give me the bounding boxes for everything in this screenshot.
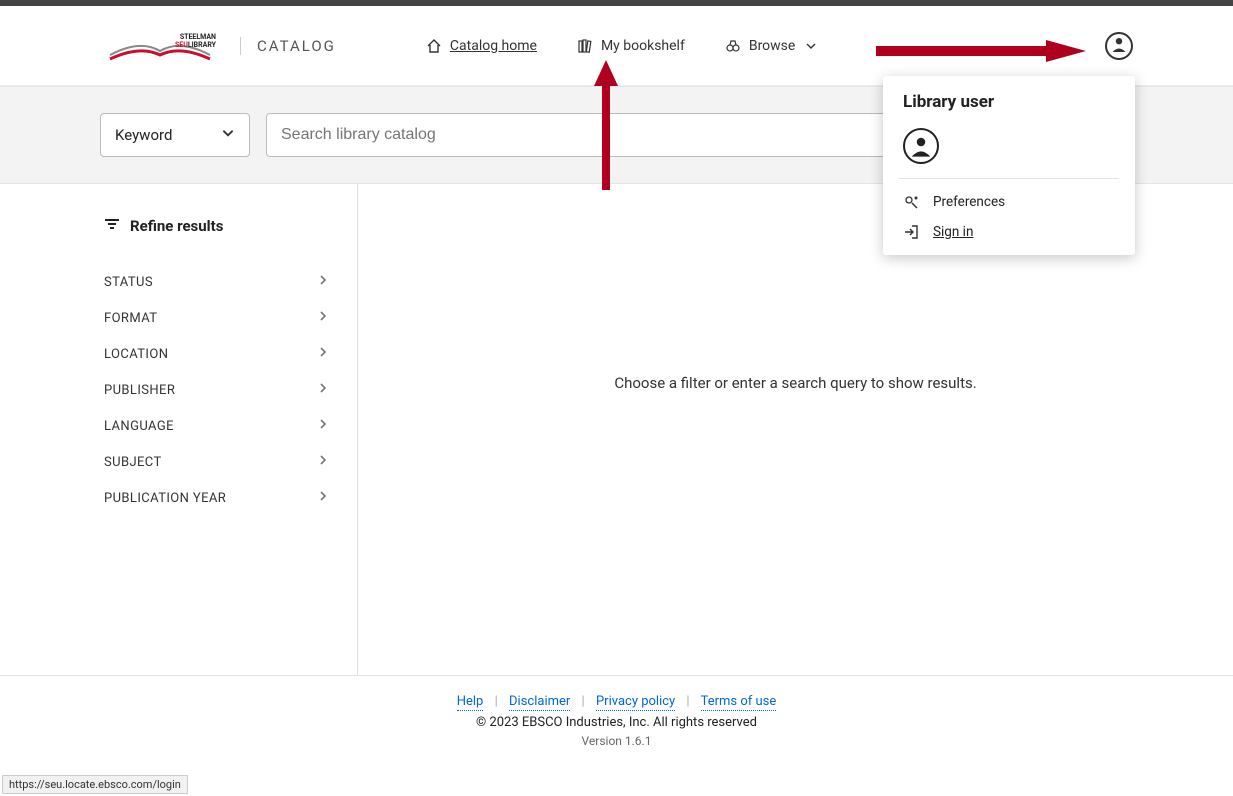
menu-label: Preferences — [933, 194, 1005, 210]
site-header: STEELMAN SEULIBRARY CATALOG Catalog home… — [0, 6, 1233, 86]
facet-label: PUBLICATION YEAR — [104, 491, 226, 506]
facet-publication-year[interactable]: PUBLICATION YEAR — [104, 480, 333, 516]
popover-title: Library user — [883, 92, 1135, 124]
chevron-right-icon — [317, 382, 329, 398]
facet-language[interactable]: LANGUAGE — [104, 408, 333, 444]
binoculars-icon — [725, 38, 741, 54]
site-footer: Help | Disclaimer | Privacy policy | Ter… — [0, 676, 1233, 766]
user-icon — [1110, 35, 1128, 57]
search-type-select[interactable]: Keyword — [100, 113, 250, 157]
nav-my-bookshelf[interactable]: My bookshelf — [577, 38, 685, 54]
footer-link-privacy[interactable]: Privacy policy — [596, 694, 675, 711]
menu-preferences[interactable]: Preferences — [883, 187, 1135, 217]
nav-browse[interactable]: Browse — [725, 38, 817, 54]
chevron-right-icon — [317, 454, 329, 470]
refine-label: Refine results — [130, 217, 223, 235]
footer-copyright: © 2023 EBSCO Industries, Inc. All rights… — [0, 715, 1233, 730]
catalog-label: CATALOG — [240, 37, 336, 55]
footer-link-help[interactable]: Help — [457, 694, 484, 711]
facet-label: STATUS — [104, 275, 153, 290]
divider — [899, 178, 1119, 179]
main-content: Refine results STATUS FORMAT LOCATION PU… — [0, 184, 1233, 676]
books-icon — [577, 38, 593, 54]
status-url-preview: https://seu.locate.ebsco.com/login — [2, 775, 188, 794]
chevron-right-icon — [317, 274, 329, 290]
results-panel: Choose a filter or enter a search query … — [358, 184, 1233, 675]
filters-sidebar: Refine results STATUS FORMAT LOCATION PU… — [0, 184, 358, 675]
facet-location[interactable]: LOCATION — [104, 336, 333, 372]
sign-in-icon — [903, 224, 919, 240]
chevron-right-icon — [317, 346, 329, 362]
preferences-icon — [903, 194, 919, 210]
site-logo[interactable]: STEELMAN SEULIBRARY CATALOG — [100, 29, 336, 63]
chevron-down-icon — [805, 40, 817, 52]
chevron-right-icon — [317, 490, 329, 506]
footer-link-disclaimer[interactable]: Disclaimer — [509, 694, 570, 711]
chevron-right-icon — [317, 418, 329, 434]
chevron-down-icon — [221, 126, 235, 144]
facet-label: PUBLISHER — [104, 383, 175, 398]
svg-text:STEELMAN: STEELMAN — [180, 33, 216, 41]
user-menu-popover: Library user Preferences Sign in — [883, 76, 1135, 255]
footer-link-terms[interactable]: Terms of use — [701, 694, 777, 711]
user-account-button[interactable] — [1105, 32, 1133, 60]
filter-icon — [104, 216, 120, 236]
refine-results-heading: Refine results — [104, 216, 333, 236]
footer-links: Help | Disclaimer | Privacy policy | Ter… — [0, 694, 1233, 709]
facet-status[interactable]: STATUS — [104, 264, 333, 300]
primary-nav: Catalog home My bookshelf Browse — [426, 38, 817, 54]
nav-label: My bookshelf — [601, 38, 685, 54]
nav-label: Browse — [749, 38, 795, 54]
logo-graphic: STEELMAN SEULIBRARY — [100, 29, 220, 63]
facet-label: LANGUAGE — [104, 419, 174, 434]
facet-subject[interactable]: SUBJECT — [104, 444, 333, 480]
footer-version: Version 1.6.1 — [0, 734, 1233, 748]
facet-publisher[interactable]: PUBLISHER — [104, 372, 333, 408]
popover-avatar — [903, 128, 939, 164]
nav-catalog-home[interactable]: Catalog home — [426, 38, 537, 54]
menu-label: Sign in — [933, 224, 973, 240]
nav-label: Catalog home — [450, 38, 537, 54]
chevron-right-icon — [317, 310, 329, 326]
svg-text:SEULIBRARY: SEULIBRARY — [175, 41, 217, 49]
facet-label: SUBJECT — [104, 455, 162, 470]
facet-format[interactable]: FORMAT — [104, 300, 333, 336]
menu-sign-in[interactable]: Sign in — [883, 217, 1135, 247]
empty-results-message: Choose a filter or enter a search query … — [614, 374, 976, 392]
select-value: Keyword — [115, 126, 172, 144]
facet-label: LOCATION — [104, 347, 168, 362]
home-icon — [426, 38, 442, 54]
facet-label: FORMAT — [104, 311, 157, 326]
